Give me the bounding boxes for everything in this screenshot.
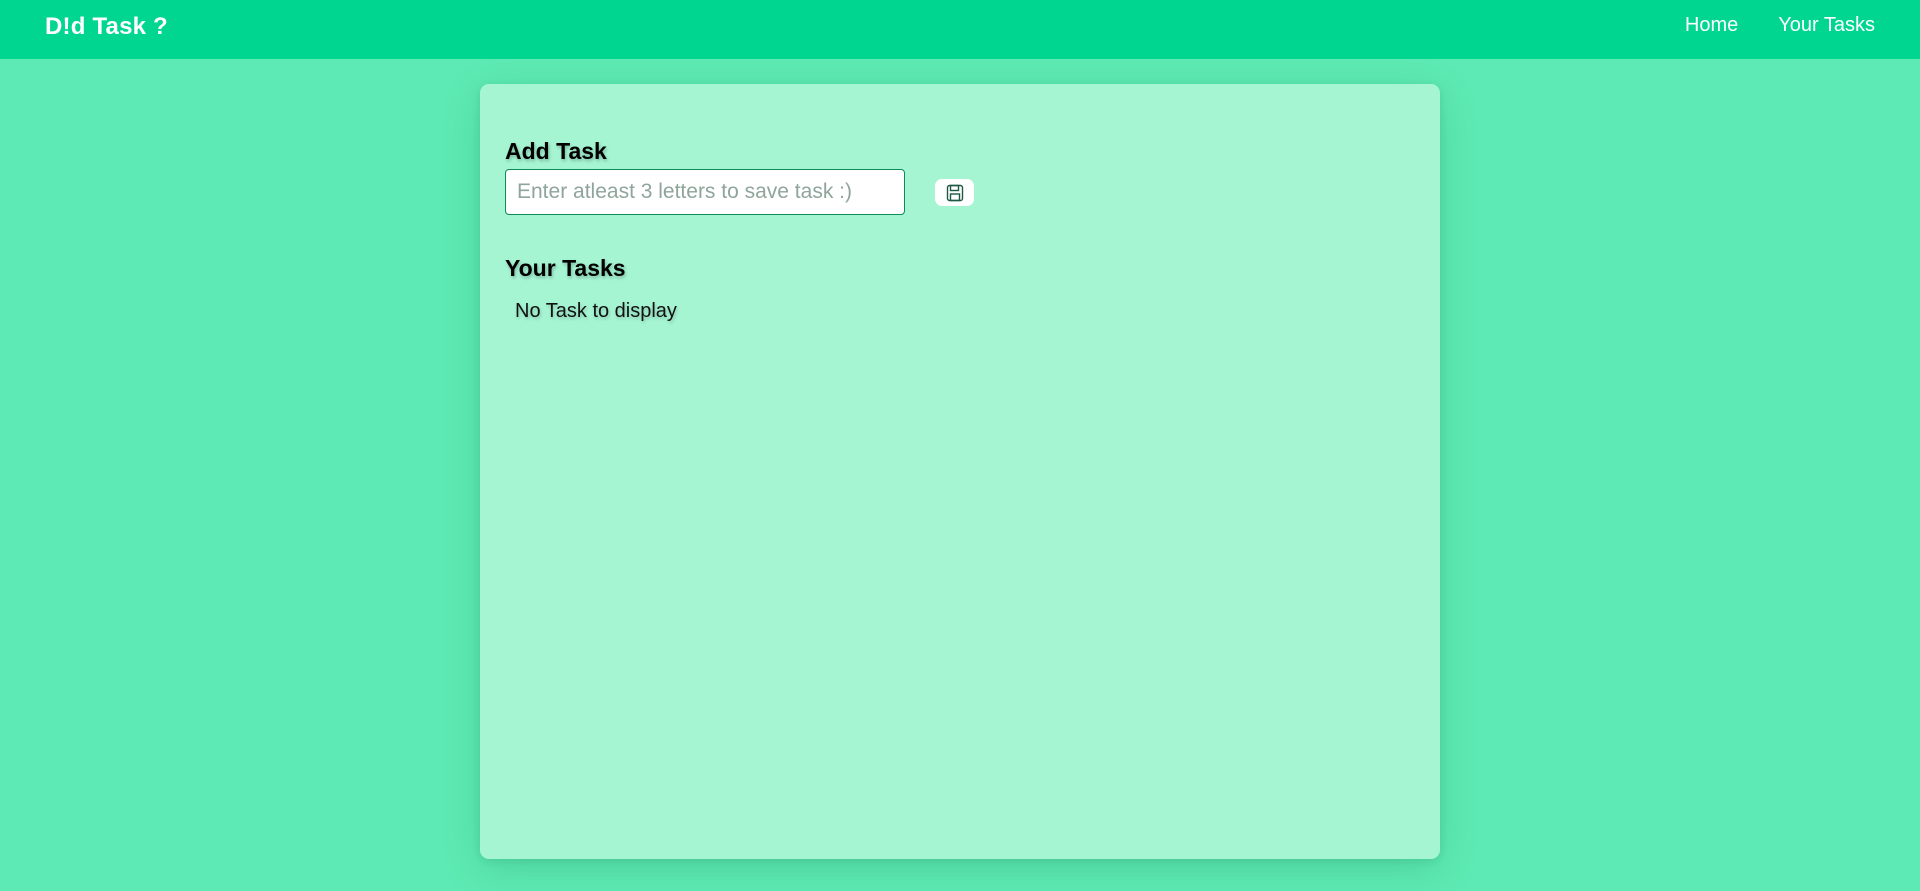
brand-logo[interactable]: D!d Task ?	[45, 13, 168, 41]
nav-link-your-tasks[interactable]: Your Tasks	[1778, 14, 1875, 37]
your-tasks-heading: Your Tasks	[505, 255, 626, 281]
add-task-heading: Add Task	[505, 138, 607, 164]
navbar: D!d Task ? Home Your Tasks	[0, 0, 1920, 59]
task-card: Add Task Your Tasks No Task to display	[480, 84, 1440, 859]
nav-link-home[interactable]: Home	[1685, 14, 1738, 37]
floppy-disk-icon	[946, 184, 964, 202]
save-task-button[interactable]	[935, 179, 974, 206]
nav-links: Home Your Tasks	[1685, 14, 1875, 37]
task-input[interactable]	[505, 169, 905, 215]
empty-task-message: No Task to display	[515, 300, 677, 322]
